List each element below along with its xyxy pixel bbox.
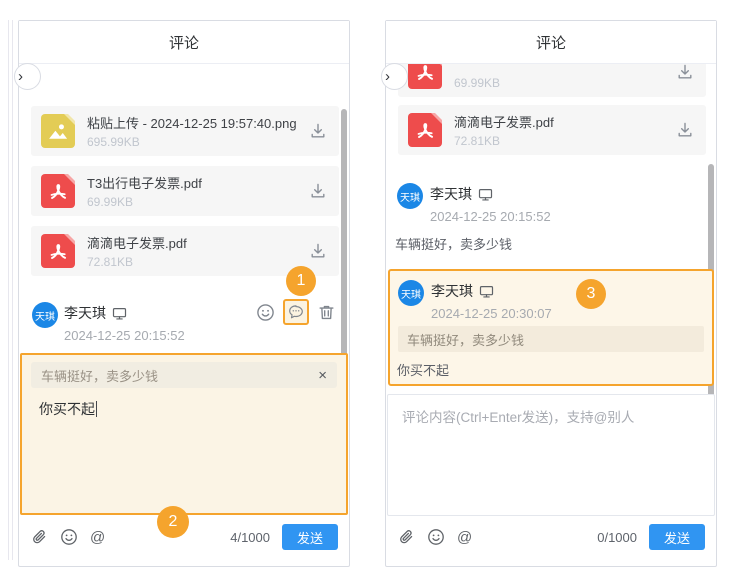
commenter-name: 李天琪 — [431, 283, 473, 299]
compose-input-text[interactable]: 你买不起 — [39, 399, 97, 419]
attachment-item: 粘贴上传 - 2024-12-25 19:57:40.png 695.99KB — [31, 106, 339, 156]
comment-input[interactable] — [400, 404, 694, 504]
comment-header: 李天琪 — [64, 304, 127, 322]
emoji-picker-icon[interactable] — [60, 528, 78, 546]
file-size: 72.81KB — [454, 134, 501, 148]
panel-title: 评论 — [19, 21, 349, 64]
download-icon[interactable] — [309, 122, 327, 140]
comment-compose-box — [387, 394, 715, 516]
quoted-comment-bar: 车辆挺好，卖多少钱 × — [31, 362, 337, 388]
attachment-item: 滴滴电子发票.pdf 72.81KB — [398, 105, 706, 155]
file-size: 695.99KB — [87, 135, 140, 149]
comment-action-row — [256, 299, 336, 325]
comment-date: 2024-12-25 20:15:52 — [64, 328, 185, 343]
pdf-file-icon — [41, 234, 75, 268]
reply-comment-icon[interactable] — [287, 303, 305, 321]
quoted-comment-text: 车辆挺好，卖多少钱 — [398, 326, 704, 352]
commenter-name: 李天琪 — [64, 305, 106, 321]
close-icon[interactable]: × — [318, 368, 327, 383]
chevron-right-icon: › — [18, 68, 23, 85]
char-counter: 0/1000 — [597, 529, 637, 545]
file-name: 滴滴电子发票.pdf — [454, 115, 554, 130]
comment-panel-after: 评论 › 69.99KB 滴滴电子发票.pdf 72.81KB 天琪 李天琪 2… — [381, 20, 717, 567]
annotation-step-1: 1 — [286, 266, 316, 296]
annotation-step-3: 3 — [576, 279, 606, 309]
delete-comment-icon[interactable] — [317, 303, 336, 322]
comment-header: 李天琪 — [431, 282, 494, 300]
panel-title: 评论 — [386, 21, 716, 64]
file-name: 粘贴上传 - 2024-12-25 19:57:40.png — [87, 116, 297, 131]
annotation-step-2: 2 — [157, 506, 189, 538]
comment-date: 2024-12-25 20:30:07 — [431, 306, 552, 321]
emoji-picker-icon[interactable] — [427, 528, 445, 546]
commenter-name: 李天琪 — [430, 186, 472, 202]
file-size: 69.99KB — [87, 195, 134, 209]
page-left-edge-divider — [8, 20, 13, 560]
send-button[interactable]: 发送 — [282, 524, 338, 550]
pdf-file-icon — [408, 113, 442, 147]
collapse-panel-tab[interactable]: › — [381, 63, 408, 90]
image-file-icon — [41, 114, 75, 148]
avatar: 天琪 — [32, 302, 58, 328]
avatar: 天琪 — [397, 183, 423, 209]
pdf-file-icon — [41, 174, 75, 208]
comment-panel-before: 评论 › 粘贴上传 - 2024-12-25 19:57:40.png 695.… — [14, 20, 350, 567]
comment-text: 车辆挺好，卖多少钱 — [395, 237, 513, 252]
attachment-paperclip-icon[interactable] — [30, 528, 48, 546]
attachment-item: T3出行电子发票.pdf 69.99KB — [31, 166, 339, 216]
device-monitor-icon — [112, 307, 127, 320]
quoted-comment-text: 车辆挺好，卖多少钱 — [41, 368, 159, 384]
file-name: T3出行电子发票.pdf — [87, 176, 202, 191]
download-icon[interactable] — [676, 121, 694, 139]
download-icon[interactable] — [309, 182, 327, 200]
attachment-paperclip-icon[interactable] — [397, 528, 415, 546]
comment-date: 2024-12-25 20:15:52 — [430, 209, 551, 224]
device-monitor-icon — [479, 285, 494, 298]
collapse-panel-tab[interactable]: › — [14, 63, 41, 90]
compose-toolbar: @ 0/1000 发送 — [387, 517, 715, 557]
reply-compose-box[interactable]: 车辆挺好，卖多少钱 × 你买不起 — [20, 353, 348, 515]
chevron-right-icon: › — [385, 68, 390, 85]
download-icon[interactable] — [676, 64, 694, 81]
device-monitor-icon — [478, 188, 493, 201]
reply-icon-highlight-box — [283, 299, 309, 325]
text-cursor — [96, 401, 97, 417]
file-size: 72.81KB — [87, 255, 134, 269]
download-icon[interactable] — [309, 242, 327, 260]
send-button[interactable]: 发送 — [649, 524, 705, 550]
avatar: 天琪 — [398, 280, 424, 306]
pdf-file-icon — [408, 64, 442, 89]
file-size: 69.99KB — [454, 76, 501, 90]
mention-at-icon[interactable]: @ — [90, 530, 105, 545]
posted-reply-highlight-block: 天琪 李天琪 2024-12-25 20:30:07 车辆挺好，卖多少钱 你买不… — [388, 269, 714, 386]
reply-text: 你买不起 — [397, 363, 450, 378]
scrollbar-thumb[interactable] — [341, 109, 347, 391]
mention-at-icon[interactable]: @ — [457, 530, 472, 545]
attachment-item: 69.99KB — [398, 64, 706, 97]
char-counter: 4/1000 — [230, 529, 270, 545]
file-name: 滴滴电子发票.pdf — [87, 236, 187, 251]
comment-header: 李天琪 — [430, 185, 493, 203]
emoji-reaction-icon[interactable] — [256, 303, 275, 322]
